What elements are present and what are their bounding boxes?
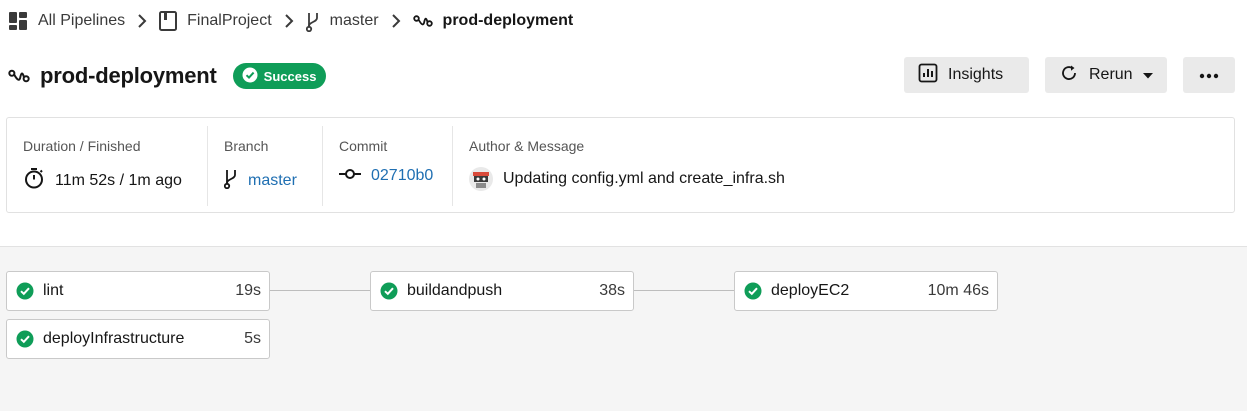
duration-section: Duration / Finished 11m 52s / 1m ago — [7, 126, 208, 206]
job-duration: 10m 46s — [927, 282, 989, 299]
duration-value: 11m 52s / 1m ago — [55, 171, 182, 189]
branch-icon — [223, 167, 238, 194]
job-connector — [634, 290, 734, 291]
job-deployinfrastructure[interactable]: deployInfrastructure 5s — [6, 319, 270, 359]
page-header: prod-deployment Success Insights Rerun — [8, 57, 1235, 93]
insights-button[interactable]: Insights — [904, 57, 1029, 93]
breadcrumb-all-pipelines[interactable]: All Pipelines — [8, 11, 125, 31]
status-label: Success — [263, 68, 317, 84]
commit-section: Commit 02710b0 — [323, 126, 453, 206]
dashboard-icon — [8, 11, 28, 31]
job-name: deployEC2 — [771, 282, 850, 299]
header-actions: Insights Rerun — [904, 57, 1235, 93]
commit-label: Commit — [339, 138, 388, 154]
breadcrumb-branch[interactable]: master — [305, 10, 379, 32]
breadcrumb: All Pipelines FinalProject master prod-d… — [8, 10, 573, 32]
job-name: lint — [43, 282, 64, 299]
workflow-graph: lint 19s deployInfrastructure 5s buildan… — [0, 247, 1247, 411]
rerun-label: Rerun — [1089, 66, 1133, 83]
job-lint[interactable]: lint 19s — [6, 271, 270, 311]
job-duration: 38s — [599, 282, 625, 299]
chevron-right-icon — [391, 14, 401, 28]
refresh-icon — [1059, 63, 1079, 88]
commit-icon — [339, 167, 361, 185]
breadcrumb-label: prod-deployment — [442, 12, 574, 29]
bar-chart-icon — [918, 63, 938, 88]
check-circle-icon — [242, 67, 258, 86]
author-section: Author & Message Updating config.yml and… — [453, 126, 801, 206]
project-icon — [159, 11, 178, 31]
job-deployec2[interactable]: deployEC2 10m 46s — [734, 271, 998, 311]
breadcrumb-project[interactable]: FinalProject — [159, 11, 272, 31]
branch-label: Branch — [224, 138, 269, 154]
duration-label: Duration / Finished — [23, 138, 141, 154]
breadcrumb-label: All Pipelines — [38, 12, 126, 29]
avatar — [469, 167, 493, 191]
job-duration: 19s — [235, 282, 261, 299]
workflow-icon — [412, 14, 433, 28]
workflow-summary: Duration / Finished 11m 52s / 1m ago Bra… — [6, 117, 1235, 213]
author-label: Author & Message — [469, 138, 585, 154]
job-name: buildandpush — [407, 282, 503, 299]
branch-icon — [305, 10, 320, 32]
stopwatch-icon — [23, 167, 45, 194]
commit-message: Updating config.yml and create_infra.sh — [503, 170, 785, 187]
chevron-right-icon — [284, 14, 294, 28]
more-horizontal-icon — [1199, 66, 1219, 84]
job-duration: 5s — [244, 330, 261, 347]
job-name: deployInfrastructure — [43, 330, 185, 347]
more-options-button[interactable] — [1183, 57, 1235, 93]
rerun-button[interactable]: Rerun — [1045, 57, 1167, 93]
check-circle-icon — [16, 330, 34, 348]
check-circle-icon — [16, 282, 34, 300]
commit-link[interactable]: 02710b0 — [371, 167, 433, 185]
branch-section: Branch master — [208, 126, 323, 206]
caret-down-icon — [1142, 66, 1153, 84]
insights-label: Insights — [948, 66, 1004, 83]
workflow-icon — [8, 68, 30, 84]
breadcrumb-workflow: prod-deployment — [412, 12, 574, 30]
status-badge: Success — [232, 63, 327, 89]
job-buildandpush[interactable]: buildandpush 38s — [370, 271, 634, 311]
chevron-right-icon — [137, 14, 147, 28]
breadcrumb-label: master — [329, 12, 379, 29]
breadcrumb-label: FinalProject — [187, 12, 272, 29]
job-connector — [270, 290, 370, 291]
branch-link[interactable]: master — [248, 172, 297, 190]
page-title: prod-deployment — [40, 63, 217, 88]
check-circle-icon — [744, 282, 762, 300]
check-circle-icon — [380, 282, 398, 300]
